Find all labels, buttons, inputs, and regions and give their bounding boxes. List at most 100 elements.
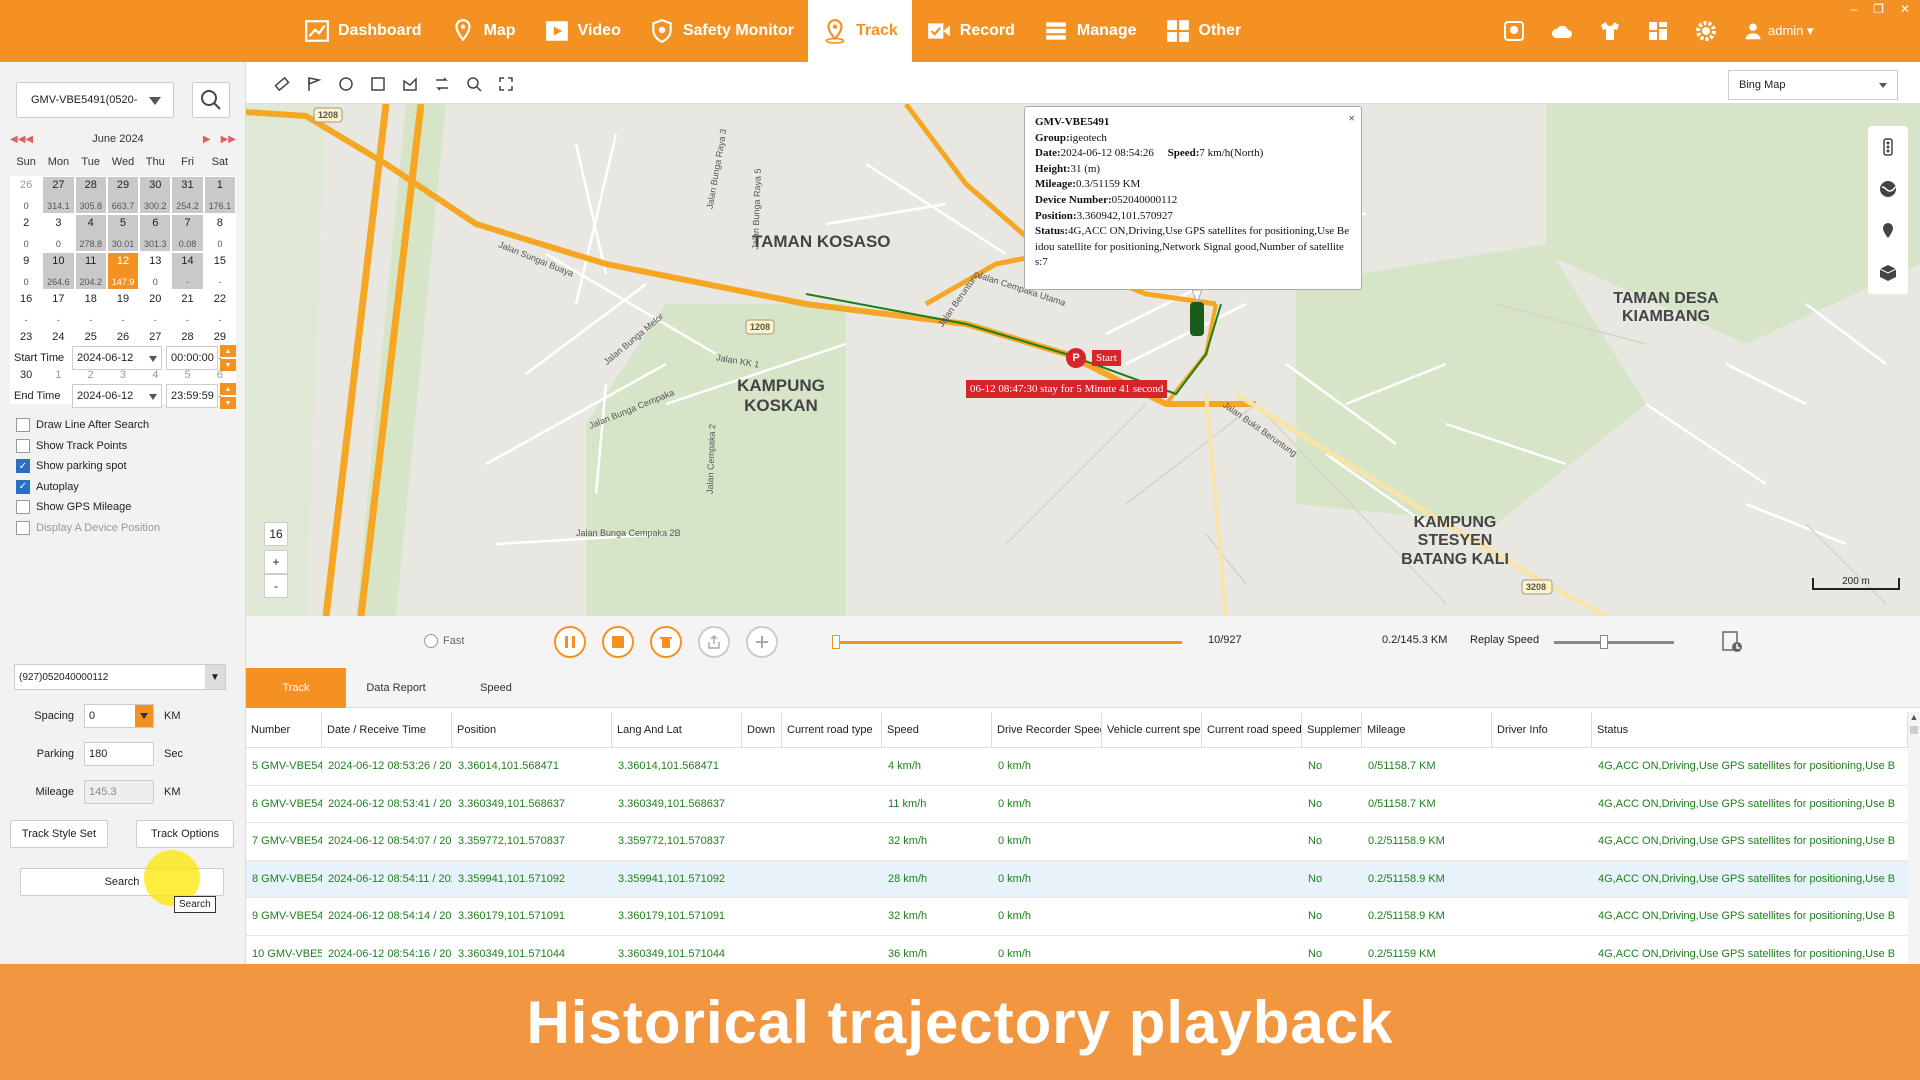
tab-data-report[interactable]: Data Report <box>346 668 446 708</box>
column-header[interactable]: Mileage <box>1362 712 1492 747</box>
column-header[interactable]: Drive Recorder Speed <box>992 712 1102 747</box>
cube-icon[interactable] <box>1878 263 1898 283</box>
column-header[interactable]: Down <box>742 712 782 747</box>
tab-speed[interactable]: Speed <box>446 668 546 708</box>
prev-month-icon[interactable]: ◀ <box>25 134 33 145</box>
calendar-day[interactable]: 1 176.1 <box>203 176 236 214</box>
column-header[interactable]: Lang And Lat <box>612 712 742 747</box>
column-header[interactable]: Status <box>1592 712 1908 747</box>
circle-icon[interactable] <box>330 74 362 94</box>
option-checkbox[interactable]: ✓ Autoplay <box>16 479 79 494</box>
minimize-icon[interactable]: – <box>1850 2 1857 16</box>
calendar-day[interactable]: 7 0.08 <box>171 214 204 252</box>
step-up-icon[interactable]: ▲ <box>220 345 236 357</box>
polygon-icon[interactable] <box>394 74 426 94</box>
restore-icon[interactable]: ❐ <box>1873 2 1884 16</box>
calendar-day[interactable]: 21 - <box>171 290 204 328</box>
route-icon[interactable] <box>426 74 458 94</box>
column-header[interactable]: Current road type <box>782 712 882 747</box>
calendar-day[interactable]: 27 314.1 <box>42 176 75 214</box>
export-record-icon[interactable] <box>1720 630 1744 654</box>
gear-icon[interactable] <box>1692 17 1720 45</box>
nav-safety-monitor[interactable]: Safety Monitor <box>635 0 808 62</box>
table-row[interactable]: 8 GMV-VBE5491 2024-06-12 08:54:11 / 2024 3… <box>246 860 1908 898</box>
option-checkbox[interactable]: ✓ Show parking spot <box>16 459 127 473</box>
pause-button[interactable] <box>554 626 586 658</box>
checkbox-icon[interactable] <box>16 438 30 453</box>
calendar-day[interactable]: 28 305.8 <box>74 176 107 214</box>
table-row[interactable]: 7 GMV-VBE5491 2024-06-12 08:54:07 / 2024 3… <box>246 823 1908 861</box>
speed-handle[interactable] <box>1600 635 1609 649</box>
step-down-icon[interactable]: ▼ <box>220 397 236 409</box>
nav-manage[interactable]: Manage <box>1029 0 1151 62</box>
calendar-day[interactable]: 31 254.2 <box>171 176 204 214</box>
layout-icon[interactable] <box>1644 17 1672 45</box>
calendar-day[interactable]: 15 - <box>203 252 236 290</box>
column-header[interactable]: Speed <box>882 712 992 747</box>
nav-video[interactable]: Video <box>530 0 635 62</box>
calendar-day[interactable]: 20 <box>10 214 43 252</box>
end-time-input[interactable]: 23:59:59 <box>166 384 218 408</box>
stop-button[interactable] <box>602 626 634 658</box>
column-header[interactable]: Date / Receive Time <box>322 712 452 747</box>
calendar-day[interactable]: 13 0 <box>139 252 172 290</box>
export-button[interactable] <box>698 626 730 658</box>
close-icon[interactable]: × <box>1348 111 1355 127</box>
option-checkbox[interactable]: Show Track Points <box>16 438 127 453</box>
calendar-day[interactable]: 20 - <box>139 290 172 328</box>
calendar-day[interactable]: 90 <box>10 252 43 290</box>
option-checkbox[interactable]: Show GPS Mileage <box>16 500 131 514</box>
map-provider-select[interactable]: Bing Map <box>1728 70 1898 100</box>
map-view[interactable]: 1208 1208 3208 Jalan Sungai Buaya Jalan … <box>246 104 1920 616</box>
flag-icon[interactable] <box>298 74 330 94</box>
track-options-button[interactable]: Track Options <box>136 820 234 848</box>
tab-track[interactable]: Track <box>246 668 346 708</box>
calendar-day[interactable]: 4 278.8 <box>74 214 107 252</box>
parking-input[interactable]: 180 <box>84 742 154 766</box>
end-time-stepper[interactable]: ▲ ▼ <box>220 382 236 410</box>
column-header[interactable]: Position <box>452 712 612 747</box>
shirt-icon[interactable] <box>1596 17 1624 45</box>
table-row[interactable]: 9 GMV-VBE5491 2024-06-12 08:54:14 / 2024 3… <box>246 898 1908 936</box>
checkbox-icon[interactable] <box>16 520 30 535</box>
start-time-stepper[interactable]: ▲ ▼ <box>220 344 236 372</box>
checkbox-icon[interactable] <box>16 418 30 432</box>
replay-speed-slider[interactable] <box>1554 635 1674 649</box>
fast-radio[interactable]: Fast <box>424 634 464 648</box>
checkbox-checked-icon[interactable]: ✓ <box>16 459 30 473</box>
calendar-day[interactable]: 5 30.01 <box>106 214 140 252</box>
globe-icon[interactable] <box>1878 179 1898 199</box>
calendar-day[interactable]: 18 - <box>74 290 107 328</box>
calendar-day[interactable]: 19 - <box>106 290 140 328</box>
prev-year-icon[interactable]: ◀◀ <box>10 134 25 145</box>
delete-button[interactable] <box>650 626 682 658</box>
column-header[interactable]: Current road speed <box>1202 712 1302 747</box>
nav-track[interactable]: Track <box>807 0 912 62</box>
rectangle-icon[interactable] <box>362 74 394 94</box>
calendar-day[interactable]: 26 0 <box>10 176 43 214</box>
calendar-day[interactable]: 14 - <box>171 252 204 290</box>
device-number-select[interactable]: (927)052040000112 ▼ <box>14 664 226 690</box>
calendar-day[interactable]: 16 - <box>10 290 43 328</box>
table-row[interactable]: 6 GMV-VBE5491 2024-06-12 08:53:41 / 2024 3… <box>246 786 1908 823</box>
calendar-day[interactable]: 22 - <box>203 290 236 328</box>
fullscreen-icon[interactable] <box>490 74 522 94</box>
cloud-icon[interactable] <box>1548 17 1576 45</box>
spacing-select[interactable]: 0 <box>84 704 154 728</box>
calendar-day[interactable]: 30 <box>42 214 75 252</box>
calendar-day[interactable]: 12 147.9 <box>106 252 140 290</box>
column-header[interactable]: Driver Info <box>1492 712 1592 747</box>
column-header[interactable]: Number <box>246 712 322 747</box>
ruler-icon[interactable] <box>266 74 298 94</box>
start-date-input[interactable]: 2024-06-12 <box>72 346 162 370</box>
calendar-day[interactable]: 6 301.3 <box>139 214 172 252</box>
device-select[interactable]: GMV-VBE5491(0520- <box>16 82 174 118</box>
calendar-day[interactable]: 17 - <box>42 290 75 328</box>
location-pin-icon[interactable] <box>1878 221 1898 241</box>
option-checkbox[interactable]: Draw Line After Search <box>16 418 149 432</box>
close-icon[interactable]: ✕ <box>1900 2 1910 16</box>
traffic-light-icon[interactable] <box>1878 137 1898 157</box>
calendar-day[interactable]: 11 204.2 <box>74 252 107 290</box>
calendar-day[interactable]: 10 264.6 <box>42 252 75 290</box>
start-marker[interactable]: P Start <box>1066 348 1121 368</box>
